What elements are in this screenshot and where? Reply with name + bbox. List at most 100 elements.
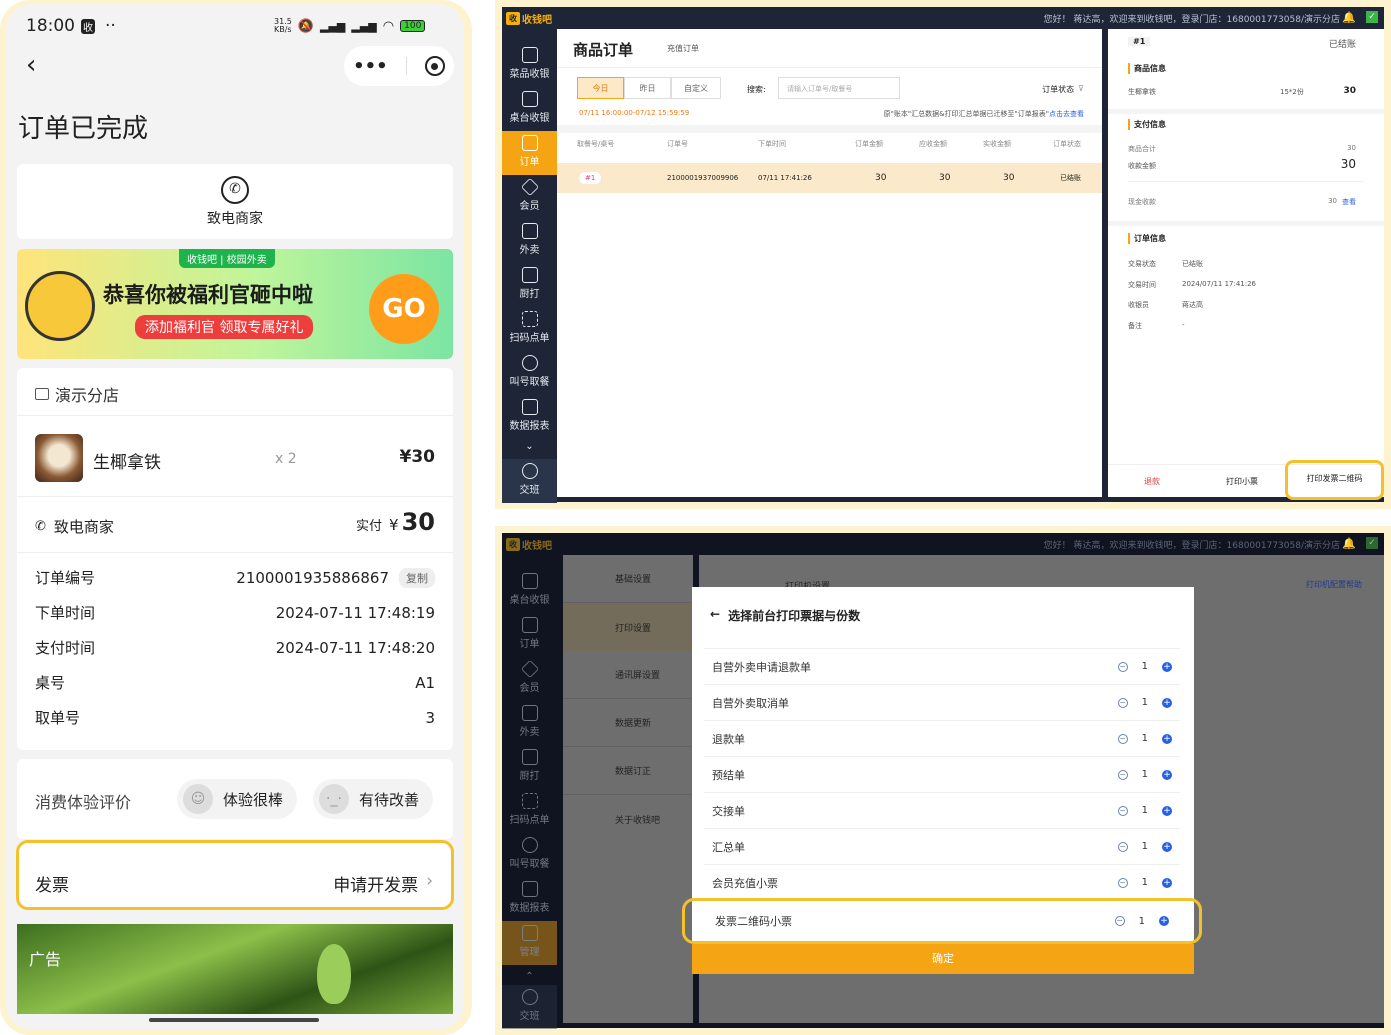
plus-icon[interactable]: + — [1162, 805, 1172, 816]
sidebar-item-orders[interactable]: 订单 — [502, 131, 557, 175]
minus-icon[interactable]: − — [1117, 805, 1128, 816]
plus-icon[interactable]: + — [1162, 733, 1172, 744]
sidebar-item-kitchen-print[interactable]: 厨打 — [502, 745, 557, 789]
sidebar-item-scan-order[interactable]: 扫码点单 — [502, 789, 557, 833]
divider — [1108, 221, 1384, 226]
goods-section-title: 商品信息 — [1128, 63, 1166, 74]
receipt-name: 自营外卖申请退款单 — [712, 660, 811, 674]
more-icon[interactable]: ••• — [353, 56, 388, 77]
plus-icon[interactable]: + — [1162, 661, 1172, 672]
sidebar-item-manage[interactable]: 管理 — [502, 921, 557, 965]
status-filter-label: 订单状态 — [1042, 85, 1075, 94]
sidebar-item-handover[interactable]: 交班 — [502, 985, 557, 1029]
settings-item-basic[interactable]: 基础设置 — [563, 555, 693, 603]
col-order: 订单号 — [667, 140, 688, 148]
sidebar-item-call-number[interactable]: 叫号取餐 — [502, 351, 557, 395]
back-arrow-icon[interactable]: ← — [710, 607, 720, 624]
confirm-button[interactable]: 确定 — [692, 944, 1194, 974]
settings-item-print[interactable]: 打印设置 — [563, 603, 693, 651]
ad-banner[interactable]: 广告 — [17, 924, 453, 1014]
invoice-row[interactable]: 发票 申请开发票 › — [16, 840, 454, 910]
table-row[interactable]: #1 2100001937009906 07/11 17:41:26 30 30… — [557, 163, 1102, 193]
sidebar-label: 菜品收银 — [509, 69, 550, 80]
minus-icon[interactable]: − — [1117, 769, 1128, 780]
back-icon[interactable]: ‹ — [26, 52, 36, 78]
paid-amount: 30 — [401, 508, 435, 536]
banner-go-button[interactable]: GO — [369, 274, 439, 344]
qty-value: 1 — [1141, 841, 1148, 852]
tab-yesterday[interactable]: 昨日 — [624, 77, 671, 99]
plus-icon[interactable]: + — [1159, 916, 1169, 926]
sidebar-item-scan-order[interactable]: 扫码点单 — [502, 307, 557, 351]
qty-stepper: − 1 + — [1117, 733, 1172, 744]
status-dots: ·· — [105, 16, 116, 36]
plus-icon[interactable]: + — [1162, 697, 1172, 708]
minus-icon[interactable]: − — [1117, 733, 1128, 744]
sidebar-item-reports[interactable]: 数据报表 — [502, 395, 557, 439]
order-card: 演示分店 生椰拿铁 x 2 ¥30 ✆ 致电商家 实付 ¥ 30 订单编号 21… — [17, 368, 453, 750]
item-qty: x 2 — [275, 451, 297, 467]
divider — [1108, 109, 1384, 114]
pos-topbar: 收收钱吧 您好！ 蒋达高，欢迎来到收钱吧，登录门店：1680001773058/… — [502, 533, 1384, 555]
sidebar-item-reports[interactable]: 数据报表 — [502, 877, 557, 921]
call-merchant-card[interactable]: ✆ 致电商家 — [17, 164, 453, 239]
search-input[interactable]: 请输入订单号/取餐号 — [778, 77, 900, 99]
chevron-down-icon[interactable]: ⌄ — [502, 441, 557, 452]
rating-good-button[interactable]: ☺ 体验很棒 — [177, 779, 298, 819]
battery-icon: 100 — [400, 20, 426, 32]
contact-merchant-link[interactable]: ✆ 致电商家 — [35, 516, 114, 537]
settings-item-data-fix[interactable]: 数据订正 — [563, 747, 693, 795]
print-invoice-qr-button[interactable]: 打印发票二维码 — [1285, 460, 1384, 500]
sidebar-item-handover[interactable]: 交班 — [502, 459, 557, 503]
settings-item-about[interactable]: 关于收钱吧 — [563, 795, 693, 843]
minus-icon[interactable]: − — [1117, 841, 1128, 852]
rating-improve-button[interactable]: ·_· 有待改善 — [313, 779, 434, 819]
sidebar-item-delivery[interactable]: 外卖 — [502, 701, 557, 745]
cash-label: 现金收款 — [1128, 198, 1156, 206]
sidebar-item-dish-checkout[interactable]: 菜品收银 — [502, 43, 557, 87]
status-filter[interactable]: 订单状态 ⊽ — [1042, 84, 1084, 95]
row-time: 07/11 17:41:26 — [758, 174, 812, 182]
notice-link[interactable]: 点击去查看 — [1049, 110, 1084, 118]
refund-button[interactable]: 退款 — [1144, 476, 1160, 487]
bell-icon[interactable]: 🔔 — [1342, 11, 1356, 24]
settings-item-data-update[interactable]: 数据更新 — [563, 699, 693, 747]
sidebar-item-delivery[interactable]: 外卖 — [502, 219, 557, 263]
receipt-name: 预结单 — [712, 768, 745, 782]
sidebar-item-members[interactable]: 会员 — [502, 657, 557, 701]
receipt-name: 自营外卖取消单 — [712, 696, 789, 710]
divider — [17, 552, 453, 553]
print-receipt-button[interactable]: 打印小票 — [1226, 476, 1258, 487]
minus-icon[interactable]: − — [1117, 661, 1128, 672]
greeting-text: 您好！ 蒋达高，欢迎来到收钱吧，登录门店：1680001773058/演示分店 — [1043, 15, 1340, 25]
tab-today[interactable]: 今日 — [577, 77, 624, 99]
chart-icon — [521, 881, 538, 897]
sidebar-item-members[interactable]: 会员 — [502, 175, 557, 219]
cash-row: 30 查看 — [1328, 197, 1356, 207]
chevron-up-icon[interactable]: ⌃ — [502, 971, 557, 982]
apply-invoice-link[interactable]: 申请开发票 › — [333, 871, 433, 896]
promo-banner[interactable]: 收钱吧 | 校园外卖 恭喜你被福利官砸中啦 添加福利官 领取专属好礼 GO — [17, 249, 453, 359]
minus-icon[interactable]: − — [1114, 916, 1125, 926]
sidebar-item-table-checkout[interactable]: 桌台收银 — [502, 569, 557, 613]
plus-icon[interactable]: + — [1162, 841, 1172, 852]
sidebar-item-orders[interactable]: 订单 — [502, 613, 557, 657]
tab-recharge-orders[interactable]: 充值订单 — [667, 43, 699, 54]
sidebar-item-kitchen-print[interactable]: 厨打 — [502, 263, 557, 307]
copy-button[interactable]: 复制 — [399, 567, 435, 588]
sidebar-item-call-number[interactable]: 叫号取餐 — [502, 833, 557, 877]
close-target-icon[interactable] — [424, 56, 445, 76]
apply-invoice-label: 申请开发票 — [333, 876, 419, 896]
receipt-name: 退款单 — [712, 732, 745, 746]
orders-title[interactable]: 商品订单 — [573, 39, 633, 60]
printer-help-link[interactable]: 打印机配置帮助 — [1306, 579, 1362, 590]
sidebar-item-table-checkout[interactable]: 桌台收银 — [502, 87, 557, 131]
tab-custom[interactable]: 自定义 — [671, 77, 721, 99]
plus-icon[interactable]: + — [1162, 769, 1172, 780]
minus-icon[interactable]: − — [1117, 697, 1128, 708]
minus-icon[interactable]: − — [1117, 877, 1128, 888]
plus-icon[interactable]: + — [1162, 877, 1172, 888]
bell-icon[interactable]: 🔔 — [1342, 537, 1356, 550]
view-cash-link[interactable]: 查看 — [1342, 197, 1356, 207]
settings-item-display[interactable]: 通讯屏设置 — [563, 651, 693, 699]
